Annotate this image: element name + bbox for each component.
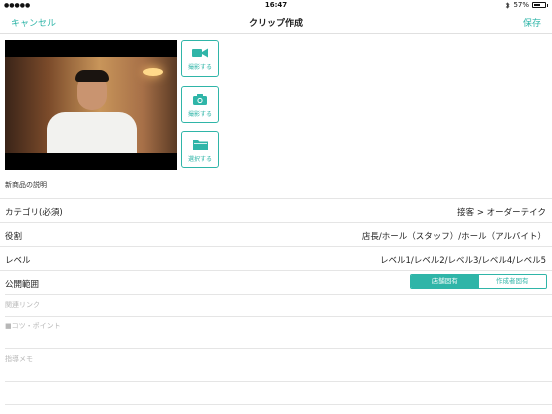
- navigation-bar: キャンセル クリップ作成 保存: [0, 12, 552, 34]
- tips-field[interactable]: ■コツ・ポイント: [5, 321, 61, 331]
- background-lamp: [143, 68, 163, 76]
- category-value: 接客 > オーダーテイク: [457, 208, 546, 218]
- level-value: レベル1/レベル2/レベル3/レベル4/レベル5: [380, 256, 546, 266]
- related-link-field[interactable]: 関連リンク: [5, 300, 40, 310]
- divider: [5, 294, 552, 295]
- take-photo-label: 撮影する: [187, 111, 212, 118]
- description-field[interactable]: 新商品の説明: [5, 180, 47, 190]
- level-row[interactable]: レベル レベル1/レベル2/レベル3/レベル4/レベル5: [0, 246, 552, 270]
- guidance-memo-field[interactable]: 指導メモ: [5, 354, 33, 364]
- segment-store-specific[interactable]: 店舗固有: [411, 275, 479, 288]
- category-row[interactable]: カテゴリ(必須) 接客 > オーダーテイク: [0, 198, 552, 222]
- divider: [5, 381, 552, 382]
- segment-creator-specific[interactable]: 作成者固有: [478, 275, 546, 288]
- select-file-button[interactable]: 選択する: [181, 131, 219, 168]
- status-bar: ●●●●● 16:47 57%: [0, 0, 552, 12]
- record-video-button[interactable]: 撮影する: [181, 40, 219, 77]
- role-value: 店長/ホール（スタッフ）/ホール（アルバイト）: [361, 232, 546, 242]
- category-label: カテゴリ(必須): [5, 208, 63, 218]
- photo-camera-icon: [193, 94, 207, 105]
- role-row[interactable]: 役割 店長/ホール（スタッフ）/ホール（アルバイト）: [0, 222, 552, 246]
- page-title: クリップ作成: [248, 19, 303, 29]
- divider: [5, 404, 552, 405]
- save-button[interactable]: 保存: [523, 16, 541, 29]
- status-time: 16:47: [264, 1, 288, 9]
- divider: [5, 348, 552, 349]
- level-label: レベル: [5, 256, 31, 266]
- bluetooth-icon: [506, 1, 510, 9]
- divider: [5, 316, 552, 317]
- take-photo-button[interactable]: 撮影する: [181, 86, 219, 123]
- select-file-label: 選択する: [187, 156, 212, 163]
- person-hair: [75, 70, 109, 82]
- video-camera-icon: [192, 48, 208, 58]
- video-thumbnail[interactable]: [5, 40, 177, 170]
- folder-icon: [192, 140, 208, 150]
- visibility-segmented-control: 店舗固有 作成者固有: [410, 274, 547, 289]
- person-body: [47, 112, 137, 153]
- role-label: 役割: [5, 232, 23, 242]
- record-video-label: 撮影する: [187, 64, 212, 71]
- status-right: 57%: [505, 1, 548, 9]
- visibility-label: 公開範囲: [5, 280, 40, 290]
- battery-icon: [532, 2, 548, 8]
- battery-percent: 57%: [513, 1, 529, 9]
